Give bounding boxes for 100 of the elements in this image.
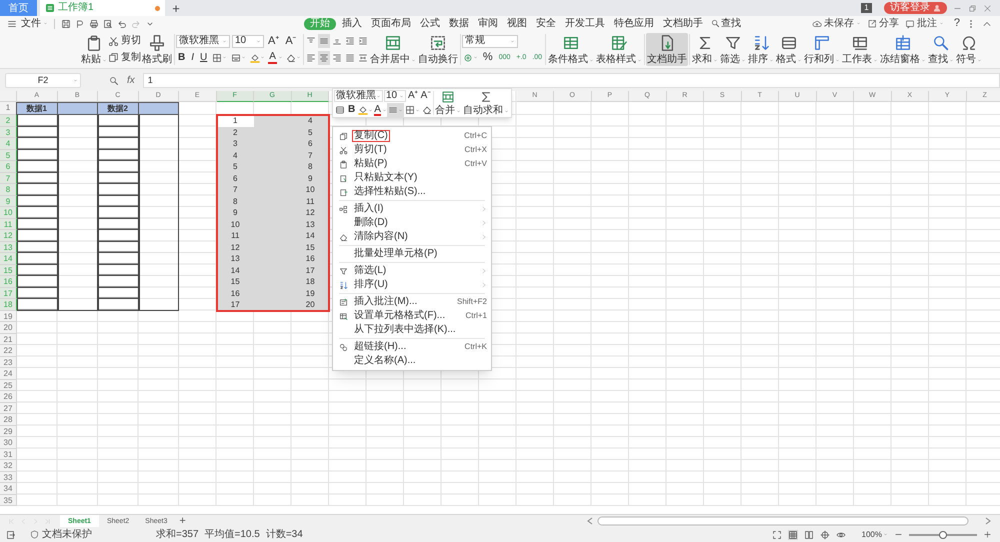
row-header[interactable]: 22 xyxy=(0,345,17,356)
name-box[interactable]: F2 xyxy=(5,73,81,88)
grid-icon[interactable] xyxy=(788,530,798,540)
menu-item[interactable]: 从下拉列表中选择(K)... xyxy=(333,323,491,337)
ribbon-tab[interactable]: 审阅 xyxy=(475,18,501,30)
ribbon-tool-button[interactable]: 行和列 xyxy=(803,33,842,66)
menu-item[interactable]: 批量处理单元格(P) xyxy=(333,247,491,261)
row-header[interactable]: 25 xyxy=(0,380,17,391)
row-header[interactable]: 19 xyxy=(0,310,17,322)
font-color-button[interactable]: A xyxy=(268,50,283,65)
row-header[interactable]: 26 xyxy=(0,391,17,402)
row-header[interactable]: 29 xyxy=(0,426,17,437)
row-header[interactable]: 24 xyxy=(0,368,17,380)
ribbon-tool-button[interactable]: 筛选 xyxy=(719,33,748,66)
ribbon-tool-button[interactable]: 符号 xyxy=(955,33,984,66)
menu-item[interactable]: 插入(I) xyxy=(333,202,491,216)
ribbon-tool-button[interactable]: 工作表 xyxy=(841,33,880,66)
print-preview-icon[interactable] xyxy=(103,18,113,28)
row-header[interactable]: 20 xyxy=(0,322,17,334)
menu-item[interactable]: 清除内容(N) xyxy=(333,230,491,244)
ribbon-tab[interactable]: 开发工具 xyxy=(562,18,608,30)
row-header[interactable]: 32 xyxy=(0,460,17,472)
decrease-font-button[interactable]: A⁻ xyxy=(283,34,299,48)
font-size-select[interactable]: 10 xyxy=(384,90,406,102)
row-header[interactable]: 30 xyxy=(0,437,17,448)
ribbon-tab[interactable]: 视图 xyxy=(504,18,530,30)
row-header[interactable]: 27 xyxy=(0,402,17,414)
ribbon-tab[interactable]: 公式 xyxy=(417,18,443,30)
document-assistant-button[interactable]: 文档助手 xyxy=(646,33,688,66)
menu-item[interactable]: 筛选(L) xyxy=(333,264,491,278)
italic-button[interactable]: I xyxy=(189,50,196,65)
menu-item[interactable]: 定义名称(A)... xyxy=(333,354,491,368)
increase-font-button[interactable]: A⁺ xyxy=(407,89,419,103)
row-header[interactable]: 33 xyxy=(0,472,17,483)
new-tab-button[interactable]: + xyxy=(165,0,187,16)
ribbon-tab[interactable]: 插入 xyxy=(339,18,365,30)
help-button[interactable]: ? xyxy=(954,18,960,29)
ribbon-tool-button[interactable]: 排序 xyxy=(747,33,776,66)
save-icon[interactable] xyxy=(61,18,71,28)
fullscreen-icon[interactable] xyxy=(772,530,782,540)
menu-item[interactable]: 复制(C) Ctrl+C xyxy=(333,129,491,143)
save-status-button[interactable]: 未保存 xyxy=(812,18,861,28)
ribbon-tool-button[interactable]: 查找 xyxy=(927,33,956,66)
align-button[interactable] xyxy=(386,103,404,117)
row-header[interactable]: 21 xyxy=(0,334,17,345)
autosum-button[interactable]: 自动求和 xyxy=(462,89,510,117)
increase-font-button[interactable]: A⁺ xyxy=(266,34,282,48)
search-button[interactable]: 查找 xyxy=(711,18,741,28)
function-button[interactable]: fx xyxy=(127,73,135,88)
font-color-button[interactable]: A xyxy=(374,104,387,116)
ribbon-tab[interactable]: 安全 xyxy=(533,18,559,30)
format-painter-button[interactable]: 格式刷 xyxy=(141,33,173,66)
login-button[interactable]: 访客登录 xyxy=(884,2,947,14)
ribbon-tool-button[interactable]: 冻结窗格 xyxy=(879,33,928,66)
bold-button[interactable]: B xyxy=(176,50,188,65)
ribbon-tab[interactable]: 页面布局 xyxy=(368,18,414,30)
page-view-icon[interactable] xyxy=(804,530,814,540)
ribbon-tab[interactable]: 文档助手 xyxy=(660,18,706,30)
decrease-font-button[interactable]: A⁻ xyxy=(420,89,432,103)
underline-button[interactable]: U xyxy=(198,50,210,65)
menu-item[interactable]: 超链接(H)... Ctrl+K xyxy=(333,340,491,354)
merge-button[interactable]: 合并 xyxy=(434,89,462,117)
menu-item[interactable]: 设置单元格格式(F)... Ctrl+1 xyxy=(333,309,491,323)
cut-button[interactable]: 剪切 xyxy=(108,36,141,47)
menu-item[interactable]: 只粘贴文本(Y) xyxy=(333,171,491,185)
row-header[interactable]: 28 xyxy=(0,414,17,426)
row-header[interactable]: 34 xyxy=(0,483,17,494)
wrap-text-button[interactable]: 自动换行 xyxy=(416,33,459,66)
number-format-button[interactable]: % xyxy=(480,50,495,64)
align-button[interactable] xyxy=(318,50,330,65)
bold-button[interactable]: B xyxy=(346,103,358,117)
ribbon-tool-button[interactable]: 格式 xyxy=(775,33,804,66)
align-button[interactable] xyxy=(318,34,330,48)
share-button[interactable]: 分享 xyxy=(866,18,899,28)
file-menu[interactable]: 文件 xyxy=(21,18,48,28)
row-header[interactable]: 23 xyxy=(0,356,17,368)
document-tab[interactable]: 工作簿1 xyxy=(40,0,165,16)
restore-icon[interactable] xyxy=(968,4,977,12)
formula-input[interactable]: 1 xyxy=(142,73,1000,88)
paste-button[interactable]: 粘贴 xyxy=(80,33,108,66)
undo-icon[interactable] xyxy=(117,18,127,28)
menu-icon[interactable] xyxy=(7,18,17,28)
row-header[interactable]: 31 xyxy=(0,448,17,460)
number-format-select[interactable]: 常规 xyxy=(462,34,518,48)
menu-item[interactable]: 插入批注(M)... Shift+F2 xyxy=(333,295,491,309)
zoom-select[interactable]: 100% xyxy=(862,530,888,538)
copy-button[interactable]: 复制 xyxy=(108,52,141,64)
ribbon-tool-button[interactable]: 求和 xyxy=(691,33,720,66)
row-header[interactable]: 1 xyxy=(0,102,17,115)
menu-item[interactable]: 排序(U) xyxy=(333,278,491,292)
table-style-button[interactable]: 表格样式 xyxy=(595,33,644,66)
menu-item[interactable]: 删除(D) xyxy=(333,216,491,230)
font-select[interactable]: 微软雅黑 xyxy=(176,34,230,48)
row-header[interactable]: 35 xyxy=(0,494,17,506)
font-size-select[interactable]: 10 xyxy=(232,34,264,48)
ribbon-tab[interactable]: 特色应用 xyxy=(611,18,657,30)
add-sheet-button[interactable]: + xyxy=(179,516,186,526)
ribbon-tab[interactable]: 数据 xyxy=(446,18,472,30)
menu-item[interactable]: 粘贴(P) Ctrl+V xyxy=(333,157,491,171)
export-icon[interactable] xyxy=(75,18,85,28)
